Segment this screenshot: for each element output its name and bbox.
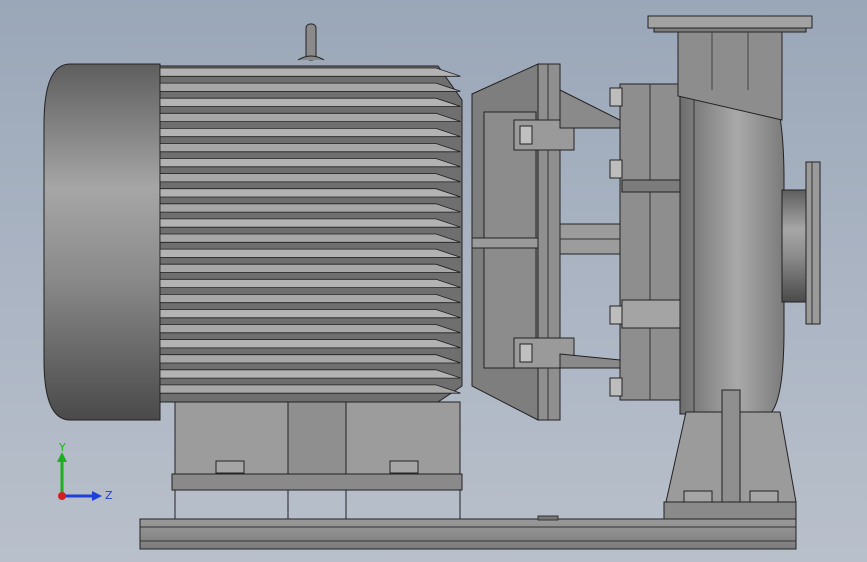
orientation-triad: Y Z [48, 440, 118, 510]
cooling-fin [159, 384, 461, 394]
cooling-fin [159, 97, 461, 107]
cooling-fin [159, 67, 461, 77]
cooling-fin [159, 82, 461, 92]
cooling-fin [159, 263, 461, 273]
cooling-fin [159, 248, 461, 258]
cad-graphics-viewport[interactable]: Y Z [0, 0, 867, 562]
cooling-fin [159, 218, 461, 228]
cooling-fin [159, 324, 461, 334]
cooling-fin [159, 203, 461, 213]
pump-assembly-model[interactable] [0, 0, 867, 562]
motor-fan-cover [43, 63, 161, 421]
cooling-fin [159, 278, 461, 288]
cooling-fin [159, 158, 461, 168]
cooling-fin [159, 188, 461, 198]
motor-body [159, 65, 463, 403]
base-frame [139, 515, 797, 550]
cooling-fin [159, 339, 461, 349]
cooling-fin [159, 112, 461, 122]
cooling-fin [159, 294, 461, 304]
x-axis-origin-dot [58, 492, 66, 500]
cooling-fin [159, 233, 461, 243]
lifting-eye [297, 23, 325, 61]
z-axis-arrowhead [92, 491, 102, 501]
suction-nozzle [781, 161, 821, 325]
cooling-fin [159, 128, 461, 138]
pump-casing-flange [609, 83, 683, 401]
cooling-fin [159, 173, 461, 183]
pump-volute [679, 81, 785, 415]
cooling-fin [159, 143, 461, 153]
cooling-fin [159, 354, 461, 364]
cooling-fin [159, 369, 461, 379]
y-axis-label: Y [58, 441, 66, 454]
z-axis-label: Z [105, 489, 113, 502]
cooling-fin [159, 309, 461, 319]
